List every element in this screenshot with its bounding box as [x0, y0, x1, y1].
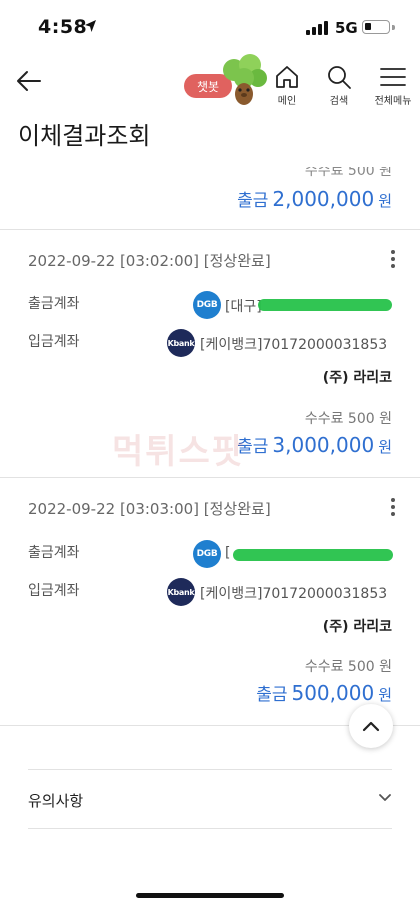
search-label: 검색	[329, 96, 349, 107]
watermark: 먹튀스팟	[112, 432, 246, 472]
kbank-logo: Kbank	[167, 578, 195, 606]
currency-unit: 원	[378, 686, 392, 704]
transfer-amount: 출금 500,000 원	[256, 680, 392, 705]
payee-name: (주) 라리코	[322, 370, 392, 386]
amount-label: 출금	[237, 191, 269, 211]
back-arrow-icon[interactable]	[14, 66, 44, 96]
search-icon	[328, 66, 351, 89]
chatbot-label: 챗봇	[196, 79, 220, 94]
transfer-fee: 수수료 500 원	[304, 411, 392, 427]
to-account-label: 입금계좌	[28, 334, 80, 350]
page-title: 이체결과조회	[18, 122, 151, 150]
home-icon	[276, 66, 298, 88]
to-account-label: 입금계좌	[28, 583, 80, 599]
dgb-bank-logo: DGB	[193, 540, 221, 568]
to-account-value: [케이뱅크]70172000031853	[200, 586, 388, 602]
currency-unit: 원	[378, 192, 392, 210]
more-options-icon[interactable]	[389, 498, 397, 518]
amount-value: 3,000,000	[272, 433, 375, 457]
notice-accordion[interactable]: 유의사항	[28, 790, 83, 811]
to-account-value: [케이뱅크]70172000031853	[200, 337, 388, 353]
status-time: 4:58	[38, 16, 88, 38]
menu-label: 전체메뉴	[374, 96, 412, 107]
chevron-down-icon[interactable]	[378, 793, 392, 803]
network-type: 5G	[335, 19, 358, 37]
amount-value: 500,000	[291, 681, 375, 705]
transfer-fee: 수수료 500 원	[304, 659, 392, 675]
chevron-up-icon	[362, 721, 380, 732]
redaction-mark	[233, 549, 393, 561]
more-options-icon[interactable]	[389, 250, 397, 270]
amount-value: 2,000,000	[272, 187, 375, 211]
transaction-datetime: 2022-09-22 [03:03:00] [정상완료]	[28, 500, 271, 518]
payee-name: (주) 라리코	[322, 619, 392, 635]
dgb-bank-logo: DGB	[193, 291, 221, 319]
from-account-label: 출금계좌	[28, 545, 80, 561]
cellular-signal-icon	[306, 21, 328, 35]
search-button[interactable]: 검색	[317, 64, 361, 107]
home-indicator[interactable]	[136, 893, 284, 898]
notice-divider	[28, 769, 392, 770]
home-label: 메인	[277, 96, 297, 107]
home-button[interactable]: 메인	[265, 64, 309, 107]
from-account-label: 출금계좌	[28, 296, 80, 312]
transaction-datetime: 2022-09-22 [03:02:00] [정상완료]	[28, 252, 271, 270]
mascot-tree-icon[interactable]	[220, 54, 268, 110]
transaction-card: 2022-09-22 [03:03:00] [정상완료] 출금계좌 DGB [ …	[0, 478, 420, 724]
from-account-value: [대구]	[225, 299, 262, 315]
currency-unit: 원	[378, 438, 392, 456]
location-arrow-icon	[85, 20, 96, 32]
menu-button[interactable]: 전체메뉴	[371, 64, 415, 107]
partial-fee: 수수료 500 원	[304, 163, 392, 179]
amount-label: 출금	[256, 685, 288, 705]
battery-tip	[392, 25, 395, 30]
transfer-amount: 출금 3,000,000 원	[237, 432, 392, 457]
status-bar: 4:58 5G	[0, 0, 420, 56]
scroll-to-top-button[interactable]	[349, 704, 393, 748]
hamburger-menu-icon	[380, 68, 406, 86]
partial-amount: 출금 2,000,000 원	[237, 186, 392, 211]
battery-icon	[362, 20, 390, 34]
notice-divider	[28, 828, 392, 829]
kbank-logo: Kbank	[167, 329, 195, 357]
from-account-value: [	[225, 545, 231, 561]
redaction-mark	[258, 299, 392, 311]
